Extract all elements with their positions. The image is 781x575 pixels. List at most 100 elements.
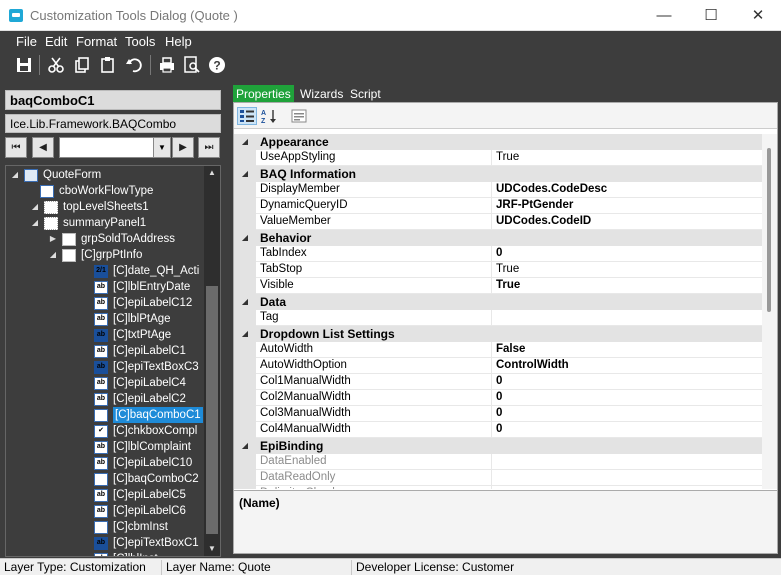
property-row[interactable]: UseAppStyling True: [234, 150, 762, 166]
categorized-icon[interactable]: [237, 107, 257, 125]
chevron-down-icon[interactable]: ▼: [153, 138, 170, 157]
property-value[interactable]: [492, 310, 762, 326]
tree-node[interactable]: [C]baqComboC1: [94, 407, 203, 423]
tree-scrollbar[interactable]: ▲ ▼: [204, 166, 220, 556]
tree-node[interactable]: ab [C]epiLabelC12: [94, 295, 192, 311]
property-value[interactable]: True: [492, 150, 762, 166]
collapse-icon[interactable]: ◢: [234, 294, 256, 310]
tree-node[interactable]: ab [C]epiLabelC2: [94, 391, 186, 407]
menu-edit[interactable]: Edit: [45, 34, 67, 49]
paste-icon[interactable]: [97, 54, 119, 76]
first-control-button[interactable]: ⏮: [5, 137, 27, 158]
property-row[interactable]: AutoWidthOption ControlWidth: [234, 358, 762, 374]
next-control-button[interactable]: ▶: [172, 137, 194, 158]
tab-wizards[interactable]: Wizards: [297, 85, 346, 103]
property-value[interactable]: 0: [492, 406, 762, 422]
property-row[interactable]: Col3ManualWidth 0: [234, 406, 762, 422]
tree-node[interactable]: ◢ [C]grpPtInfo: [48, 247, 142, 263]
tab-properties[interactable]: Properties: [233, 85, 294, 103]
control-select-combo[interactable]: ▼: [59, 137, 171, 158]
property-value[interactable]: True: [492, 262, 762, 278]
property-grid[interactable]: ◢ Appearance UseAppStyling True ◢ BAQ Informa…: [234, 134, 762, 489]
property-row[interactable]: DelimiterCheck: [234, 486, 762, 489]
property-row[interactable]: Col4ManualWidth 0: [234, 422, 762, 438]
property-category[interactable]: ◢ Dropdown List Settings: [234, 326, 762, 342]
collapse-icon[interactable]: ◢: [234, 134, 256, 150]
tree-node[interactable]: ab [C]txtPtAge: [94, 327, 171, 343]
property-category[interactable]: ◢ Data: [234, 294, 762, 310]
tree-node[interactable]: 2/1 [C]date_QH_Acti: [94, 263, 199, 279]
property-row[interactable]: Tag: [234, 310, 762, 326]
tree-node[interactable]: ab [C]epiLabelC4: [94, 375, 186, 391]
tree-node[interactable]: ab [C]lblEntryDate: [94, 279, 190, 295]
tree-scroll-thumb[interactable]: [206, 286, 218, 534]
property-value[interactable]: 0: [492, 390, 762, 406]
collapse-icon[interactable]: ◢: [48, 247, 58, 263]
menu-format[interactable]: Format: [76, 34, 117, 49]
property-row[interactable]: DataReadOnly: [234, 470, 762, 486]
grid-scrollbar[interactable]: [762, 134, 777, 489]
property-row[interactable]: ValueMember UDCodes.CodeID: [234, 214, 762, 230]
collapse-icon[interactable]: ◢: [234, 166, 256, 182]
undo-icon[interactable]: [123, 54, 145, 76]
tree-node[interactable]: cboWorkFlowType: [40, 183, 153, 199]
collapse-icon[interactable]: ◢: [234, 326, 256, 342]
property-value[interactable]: [492, 454, 762, 470]
prev-control-button[interactable]: ◀: [32, 137, 54, 158]
tree-node[interactable]: ab [C]lblComplaint: [94, 439, 191, 455]
property-value[interactable]: UDCodes.CodeDesc: [492, 182, 762, 198]
collapse-icon[interactable]: ◢: [30, 215, 40, 231]
property-row[interactable]: Col1ManualWidth 0: [234, 374, 762, 390]
scroll-down-icon[interactable]: ▼: [204, 542, 220, 556]
tree-node[interactable]: ab [C]epiTextBoxC3: [94, 359, 199, 375]
property-category[interactable]: ◢ BAQ Information: [234, 166, 762, 182]
property-value[interactable]: False: [492, 342, 762, 358]
property-value[interactable]: 0: [492, 422, 762, 438]
property-row[interactable]: TabStop True: [234, 262, 762, 278]
property-value[interactable]: UDCodes.CodeID: [492, 214, 762, 230]
property-row[interactable]: AutoWidth False: [234, 342, 762, 358]
expand-icon[interactable]: ▶: [48, 231, 58, 247]
scroll-up-icon[interactable]: ▲: [204, 166, 220, 180]
tree-node[interactable]: ab [C]epiLabelC1: [94, 343, 186, 359]
property-value[interactable]: [492, 486, 762, 489]
property-row[interactable]: DynamicQueryID JRF-PtGender: [234, 198, 762, 214]
property-pages-icon[interactable]: [289, 107, 309, 125]
menu-help[interactable]: Help: [165, 34, 192, 49]
property-category[interactable]: ◢ EpiBinding: [234, 438, 762, 454]
close-button[interactable]: ✕: [735, 0, 781, 31]
minimize-button[interactable]: —: [641, 0, 687, 31]
property-value[interactable]: [492, 470, 762, 486]
help-icon[interactable]: ?: [206, 54, 228, 76]
print-preview-icon[interactable]: [181, 54, 203, 76]
print-icon[interactable]: [156, 54, 178, 76]
collapse-icon[interactable]: ◢: [234, 230, 256, 246]
menu-file[interactable]: File: [16, 34, 37, 49]
property-row[interactable]: DisplayMember UDCodes.CodeDesc: [234, 182, 762, 198]
tab-script-editor[interactable]: Script Editor: [347, 85, 384, 119]
alphabetical-sort-icon[interactable]: AZ: [259, 107, 279, 125]
tree-node[interactable]: ✔ [C]chkboxCompl: [94, 423, 197, 439]
tree-node[interactable]: ◢ summaryPanel1: [30, 215, 146, 231]
tree-node[interactable]: ◢ topLevelSheets1: [30, 199, 149, 215]
property-value[interactable]: 0: [492, 374, 762, 390]
property-value[interactable]: JRF-PtGender: [492, 198, 762, 214]
property-value[interactable]: 0: [492, 246, 762, 262]
tree-node[interactable]: ab [C]lblInst: [94, 551, 158, 556]
tree-node[interactable]: ab [C]epiLabelC6: [94, 503, 186, 519]
tree-node[interactable]: [C]baqComboC2: [94, 471, 199, 487]
menu-tools[interactable]: Tools: [125, 34, 155, 49]
property-row[interactable]: TabIndex 0: [234, 246, 762, 262]
tree-node[interactable]: ab [C]lblPtAge: [94, 311, 171, 327]
property-value[interactable]: ControlWidth: [492, 358, 762, 374]
property-value[interactable]: True: [492, 278, 762, 294]
cut-icon[interactable]: [45, 54, 67, 76]
property-row[interactable]: DataEnabled: [234, 454, 762, 470]
last-control-button[interactable]: ⏭: [198, 137, 220, 158]
property-category[interactable]: ◢ Behavior: [234, 230, 762, 246]
control-tree[interactable]: ab [C]lblInst ab [C]epiTextBoxC1 [C]cbmInst a…: [5, 165, 221, 557]
property-row[interactable]: Visible True: [234, 278, 762, 294]
maximize-button[interactable]: ☐: [688, 0, 734, 31]
save-icon[interactable]: [13, 54, 35, 76]
tree-node[interactable]: ▶ grpSoldToAddress: [48, 231, 175, 247]
